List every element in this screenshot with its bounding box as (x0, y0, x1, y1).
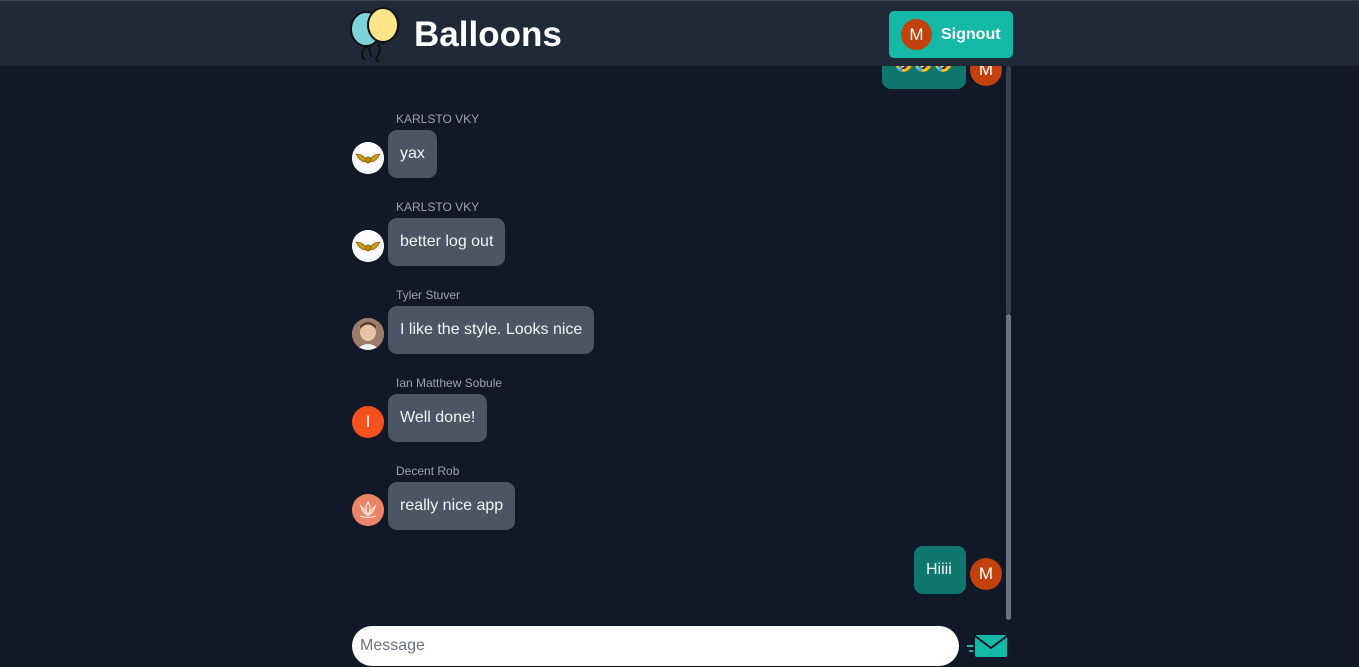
golden-wings-icon (352, 142, 384, 174)
message-bubble: really nice app (388, 482, 516, 530)
golden-wings-icon (352, 230, 384, 262)
message-bubble: 🤣🤣🤣 (882, 66, 966, 89)
sender-name: Tyler Stuver (396, 288, 461, 302)
user-photo-avatar (352, 318, 384, 350)
avatar: M (970, 66, 1002, 86)
message-bubble: Hiiii (914, 546, 966, 594)
lotus-icon (352, 494, 384, 526)
balloons-logo-icon (350, 7, 399, 63)
sender-name: Ian Matthew Sobule (396, 376, 503, 390)
message-bubble: better log out (388, 218, 506, 266)
message-bubble: I like the style. Looks nice (388, 306, 595, 354)
sender-name: KARLSTO VKY (396, 200, 480, 214)
sender-name: KARLSTO VKY (396, 112, 480, 126)
message-bubble: yax (388, 130, 437, 178)
message-list[interactable]: 🤣🤣🤣 M KARLSTO VKY yax KARLSTO VKY bet (345, 66, 1013, 621)
app-title: Balloons (414, 15, 562, 54)
signout-button[interactable]: M Signout (889, 11, 1013, 58)
message-bubble: Well done! (388, 394, 488, 442)
app-header: Balloons M Signout (0, 0, 1359, 66)
scrollbar-thumb[interactable] (1006, 314, 1011, 620)
avatar: M (970, 558, 1002, 590)
send-message-icon[interactable] (965, 633, 1009, 661)
scrollbar-track[interactable] (1006, 66, 1011, 314)
user-avatar: M (901, 19, 932, 50)
avatar: I (352, 406, 384, 438)
signout-label: Signout (941, 26, 1001, 43)
sender-name: Decent Rob (396, 464, 460, 478)
message-input[interactable] (352, 626, 959, 666)
